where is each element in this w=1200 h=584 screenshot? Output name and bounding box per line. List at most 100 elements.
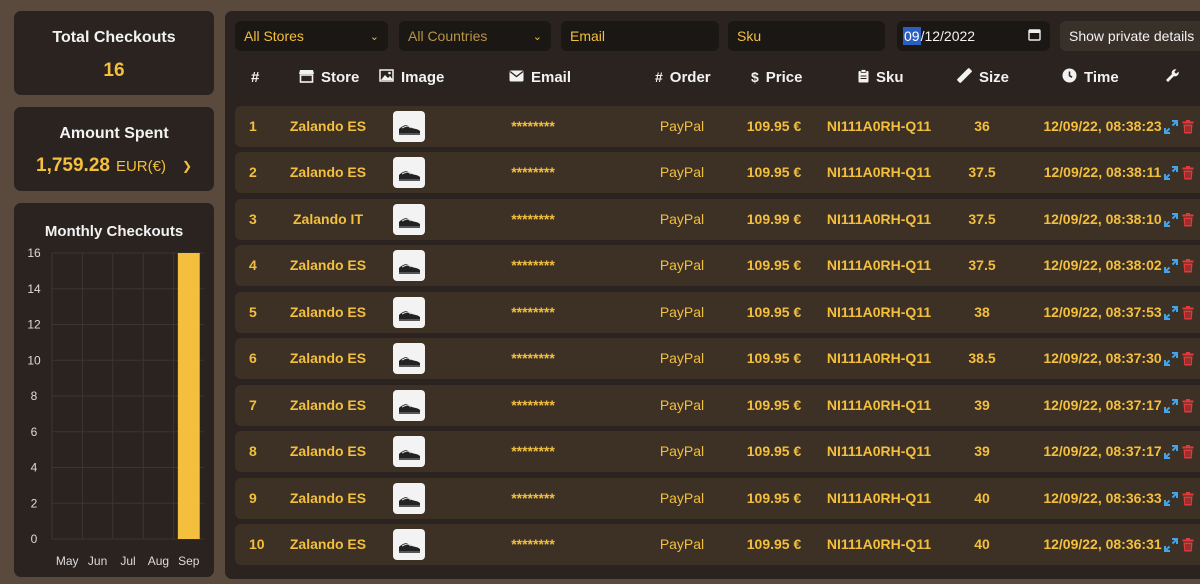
price-cell: 109.95 €: [746, 443, 802, 459]
price-cell: 109.95 €: [746, 118, 802, 134]
trash-icon[interactable]: [1181, 152, 1195, 193]
bar-sep[interactable]: [177, 253, 200, 539]
expand-icon[interactable]: [1163, 385, 1179, 426]
store-cell: Zalando ES: [289, 257, 367, 273]
email-cell: ********: [511, 490, 555, 506]
trash-icon[interactable]: [1181, 338, 1195, 379]
size-cell: 40: [974, 490, 990, 506]
store-cell: Zalando ES: [289, 350, 367, 366]
trash-icon[interactable]: [1181, 199, 1195, 240]
y-tick-label: 14: [27, 282, 41, 296]
column-header-size-label: Size: [979, 68, 1010, 86]
table-row[interactable]: 9 Zalando ES ******** PayPal 109.95 € NI111A0…: [235, 478, 1200, 519]
expand-icon[interactable]: [1163, 199, 1179, 240]
time-cell: 12/09/22, 08:38:23: [1043, 118, 1162, 134]
store-cell: Zalando ES: [289, 490, 367, 506]
time-cell: 12/09/22, 08:37:17: [1043, 397, 1162, 413]
trash-icon[interactable]: [1181, 292, 1195, 333]
date-filter-input[interactable]: 09 /12/2022: [897, 21, 1050, 51]
table-row[interactable]: 4 Zalando ES ******** PayPal 109.95 € NI111A0…: [235, 245, 1200, 286]
envelope-icon: [509, 69, 524, 85]
price-cell: 109.95 €: [746, 350, 802, 366]
time-cell: 12/09/22, 08:38:02: [1043, 257, 1162, 273]
expand-icon[interactable]: [1163, 338, 1179, 379]
product-image: [393, 157, 425, 188]
price-cell: 109.95 €: [746, 304, 802, 320]
sku-filter-input[interactable]: Sku: [728, 21, 885, 51]
expand-icon[interactable]: [1163, 478, 1179, 519]
size-cell: 39: [974, 397, 990, 413]
column-header-size: Size: [957, 67, 1009, 87]
store-filter-select[interactable]: All Stores ⌄: [235, 21, 388, 51]
sku-cell: NI111A0RH-Q11: [826, 536, 932, 552]
store-cell: Zalando IT: [293, 211, 363, 227]
price-cell: 109.95 €: [746, 490, 802, 506]
y-tick-label: 8: [31, 389, 38, 403]
sku-cell: NI111A0RH-Q11: [826, 490, 932, 506]
row-number: 3: [249, 211, 257, 227]
product-image: [393, 529, 425, 560]
row-number: 6: [249, 350, 257, 366]
order-cell: PayPal: [659, 118, 705, 134]
time-cell: 12/09/22, 08:36:31: [1043, 536, 1162, 552]
column-header-order-label: Order: [669, 68, 711, 86]
row-number: 8: [249, 443, 257, 459]
y-tick-label: 6: [31, 425, 38, 439]
trash-icon[interactable]: [1181, 106, 1195, 147]
currency-label: EUR(€): [115, 157, 166, 175]
table-row[interactable]: 8 Zalando ES ******** PayPal 109.95 € NI111A0…: [235, 431, 1200, 472]
table-row[interactable]: 3 Zalando IT ******** PayPal 109.99 € NI111A0…: [235, 199, 1200, 240]
email-cell: ********: [511, 211, 555, 227]
sku-cell: NI111A0RH-Q11: [826, 304, 932, 320]
trash-icon[interactable]: [1181, 478, 1195, 519]
order-cell: PayPal: [659, 536, 705, 552]
email-filter-input[interactable]: Email: [561, 21, 719, 51]
sku-cell: NI111A0RH-Q11: [826, 397, 932, 413]
total-checkouts-value: 16: [103, 60, 125, 81]
row-number: 9: [249, 490, 257, 506]
product-image: [393, 204, 425, 235]
currency-dropdown-chevron-icon[interactable]: ❯: [182, 159, 192, 173]
trash-icon[interactable]: [1181, 431, 1195, 472]
show-private-details-label: Show private details: [1069, 28, 1195, 44]
store-cell: Zalando ES: [289, 118, 367, 134]
trash-icon[interactable]: [1181, 385, 1195, 426]
order-cell: PayPal: [659, 443, 705, 459]
trash-icon[interactable]: [1181, 245, 1195, 286]
country-filter-select[interactable]: All Countries ⌄: [399, 21, 551, 51]
chart-title: Monthly Checkouts: [45, 223, 183, 240]
price-cell: 109.95 €: [746, 164, 802, 180]
price-cell: 109.95 €: [746, 397, 802, 413]
column-header-price: $ Price: [751, 67, 803, 87]
email-cell: ********: [511, 257, 555, 273]
table-row[interactable]: 7 Zalando ES ******** PayPal 109.95 € NI111A0…: [235, 385, 1200, 426]
x-tick-label: Jul: [120, 554, 135, 568]
expand-icon[interactable]: [1163, 524, 1179, 565]
expand-icon[interactable]: [1163, 152, 1179, 193]
trash-icon[interactable]: [1181, 524, 1195, 565]
product-image: [393, 297, 425, 328]
product-image: [393, 250, 425, 281]
time-cell: 12/09/22, 08:37:30: [1043, 350, 1162, 366]
table-row[interactable]: 6 Zalando ES ******** PayPal 109.95 € NI111A0…: [235, 338, 1200, 379]
size-cell: 37.5: [968, 164, 996, 180]
table-row[interactable]: 10 Zalando ES ******** PayPal 109.95 € NI111A…: [235, 524, 1200, 565]
dollar-icon: $: [751, 69, 759, 85]
size-cell: 38.5: [968, 350, 996, 366]
table-row[interactable]: 2 Zalando ES ******** PayPal 109.95 € NI111A0…: [235, 152, 1200, 193]
column-header-actions: [1165, 67, 1180, 87]
expand-icon[interactable]: [1163, 106, 1179, 147]
y-tick-label: 2: [31, 496, 38, 510]
product-image: [393, 343, 425, 374]
table-row[interactable]: 1 Zalando ES ******** PayPal 109.95 € NI111A0…: [235, 106, 1200, 147]
calendar-icon[interactable]: [1028, 28, 1041, 44]
column-header-number-label: #: [251, 68, 260, 86]
table-row[interactable]: 5 Zalando ES ******** PayPal 109.95 € NI111A0…: [235, 292, 1200, 333]
expand-icon[interactable]: [1163, 292, 1179, 333]
show-private-details-button[interactable]: Show private details: [1060, 21, 1200, 51]
expand-icon[interactable]: [1163, 431, 1179, 472]
expand-icon[interactable]: [1163, 245, 1179, 286]
row-number: 10: [249, 536, 265, 552]
column-header-email-label: Email: [531, 68, 572, 86]
row-number: 5: [249, 304, 257, 320]
